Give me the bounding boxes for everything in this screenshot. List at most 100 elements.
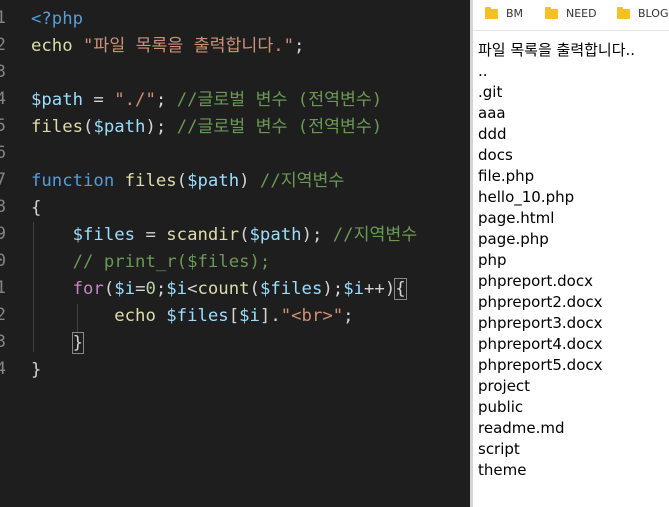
token: ) <box>239 171 250 191</box>
token: ; <box>343 306 354 326</box>
page-output: 파일 목록을 출력합니다.. .. .git aaa ddd docs file… <box>478 40 635 481</box>
bookmark-bm[interactable]: BM <box>485 6 524 20</box>
token: $path <box>93 117 146 137</box>
bookmark-need[interactable]: NEED <box>545 6 597 20</box>
token: files <box>124 171 177 191</box>
token: $i <box>343 279 364 299</box>
code-line-1: <?php <box>31 8 83 30</box>
php-open-tag: <?php <box>31 9 84 29</box>
code-editor[interactable]: 1 2 3 4 5 6 7 8 9 0 1 2 3 4 <?php echo "… <box>0 0 470 507</box>
line-number: 1 <box>0 278 6 298</box>
token: ) <box>301 225 312 245</box>
file-entry: file.php <box>478 167 535 185</box>
bookmark-label: BM <box>506 7 524 20</box>
file-entry: theme <box>478 461 527 479</box>
file-entry: page.html <box>478 209 555 227</box>
file-entry: php <box>478 251 507 269</box>
file-entry: phpreport4.docx <box>478 335 603 353</box>
token: ] <box>259 306 271 326</box>
bracket-match: } <box>71 332 85 354</box>
comment: // print_r($files); <box>72 252 271 272</box>
token: echo <box>31 36 73 56</box>
token: ( <box>103 279 115 299</box>
token: ) <box>145 117 156 137</box>
token: 0 <box>145 279 156 299</box>
line-number: 1 <box>0 8 6 28</box>
file-entry: ddd <box>478 125 507 143</box>
token: . <box>270 306 281 326</box>
token: function <box>31 171 115 191</box>
line-number: 6 <box>0 143 6 163</box>
token: $i <box>114 279 136 299</box>
token: $files <box>72 225 136 245</box>
file-entry: readme.md <box>478 419 565 437</box>
code-line-13: } <box>31 332 85 354</box>
token: $path <box>249 225 302 245</box>
file-entry: public <box>478 398 524 416</box>
file-entry: .git <box>478 83 503 101</box>
token: scandir <box>166 225 240 245</box>
comment: //지역변수 <box>259 171 345 191</box>
file-entry: phpreport3.docx <box>478 314 603 332</box>
token: ; <box>311 225 333 245</box>
file-entry: phpreport.docx <box>478 272 593 290</box>
bookmarks-bar: BM NEED BLOG <box>473 0 669 31</box>
browser-window: BM NEED BLOG 파일 목록을 출력합니다.. .. .git aaa … <box>473 0 669 507</box>
file-entry: phpreport2.docx <box>478 293 603 311</box>
folder-icon <box>545 6 558 19</box>
token: < <box>187 279 198 299</box>
line-number: 2 <box>0 305 6 325</box>
bookmark-blog[interactable]: BLOG <box>617 6 668 20</box>
token: ; <box>155 117 177 137</box>
token: files <box>31 117 84 137</box>
line-number: 2 <box>0 35 6 55</box>
file-entry: aaa <box>478 104 506 122</box>
line-number: 3 <box>0 62 6 82</box>
token: $i <box>239 306 260 326</box>
folder-icon <box>485 6 498 19</box>
bracket-match: { <box>394 278 407 300</box>
token: $path <box>187 171 240 191</box>
token: } <box>31 360 42 380</box>
file-entry: .. <box>478 62 488 80</box>
token: { <box>31 198 42 218</box>
token: "./" <box>114 90 156 110</box>
token: ( <box>249 279 260 299</box>
token: ++ <box>364 279 385 299</box>
token: "<br>" <box>280 306 344 326</box>
token: = <box>135 279 146 299</box>
token: = <box>83 90 115 110</box>
token: echo <box>114 306 156 326</box>
token: $i <box>166 279 188 299</box>
code-line-7: function files($path) //지역변수 <box>31 170 344 192</box>
code-line-10: // print_r($files); <box>31 251 271 273</box>
file-entry: page.php <box>478 230 549 248</box>
code-line-12: echo $files[$i]."<br>"; <box>31 305 354 327</box>
folder-icon <box>617 6 630 19</box>
line-number: 8 <box>0 197 6 217</box>
file-entry: docs <box>478 146 513 164</box>
comment: //지역변수 <box>332 225 418 245</box>
token: $files <box>166 306 229 326</box>
token: ( <box>176 171 188 191</box>
file-entry: hello_10.php <box>478 188 575 206</box>
token: for <box>72 279 104 299</box>
comment: //글로벌 변수 (전역변수) <box>176 117 383 137</box>
token: = <box>135 225 167 245</box>
line-number: 4 <box>0 89 6 109</box>
token: [ <box>228 306 240 326</box>
line-number: 5 <box>0 116 6 136</box>
file-entry: script <box>478 440 520 458</box>
code-line-5: files($path); //글로벌 변수 (전역변수) <box>31 116 382 138</box>
file-entry: project <box>478 377 531 395</box>
token: $files <box>259 279 323 299</box>
token: "파일 목록을 출력합니다." <box>83 36 295 56</box>
code-line-14: } <box>31 359 41 381</box>
token: ; <box>294 36 305 56</box>
token: ; <box>155 90 177 110</box>
code-line-8: { <box>31 197 41 219</box>
token: ; <box>332 279 344 299</box>
token: ( <box>83 117 94 137</box>
token: ) <box>384 279 396 299</box>
code-line-11: for($i=0;$i<count($files);$i++){ <box>31 278 407 300</box>
